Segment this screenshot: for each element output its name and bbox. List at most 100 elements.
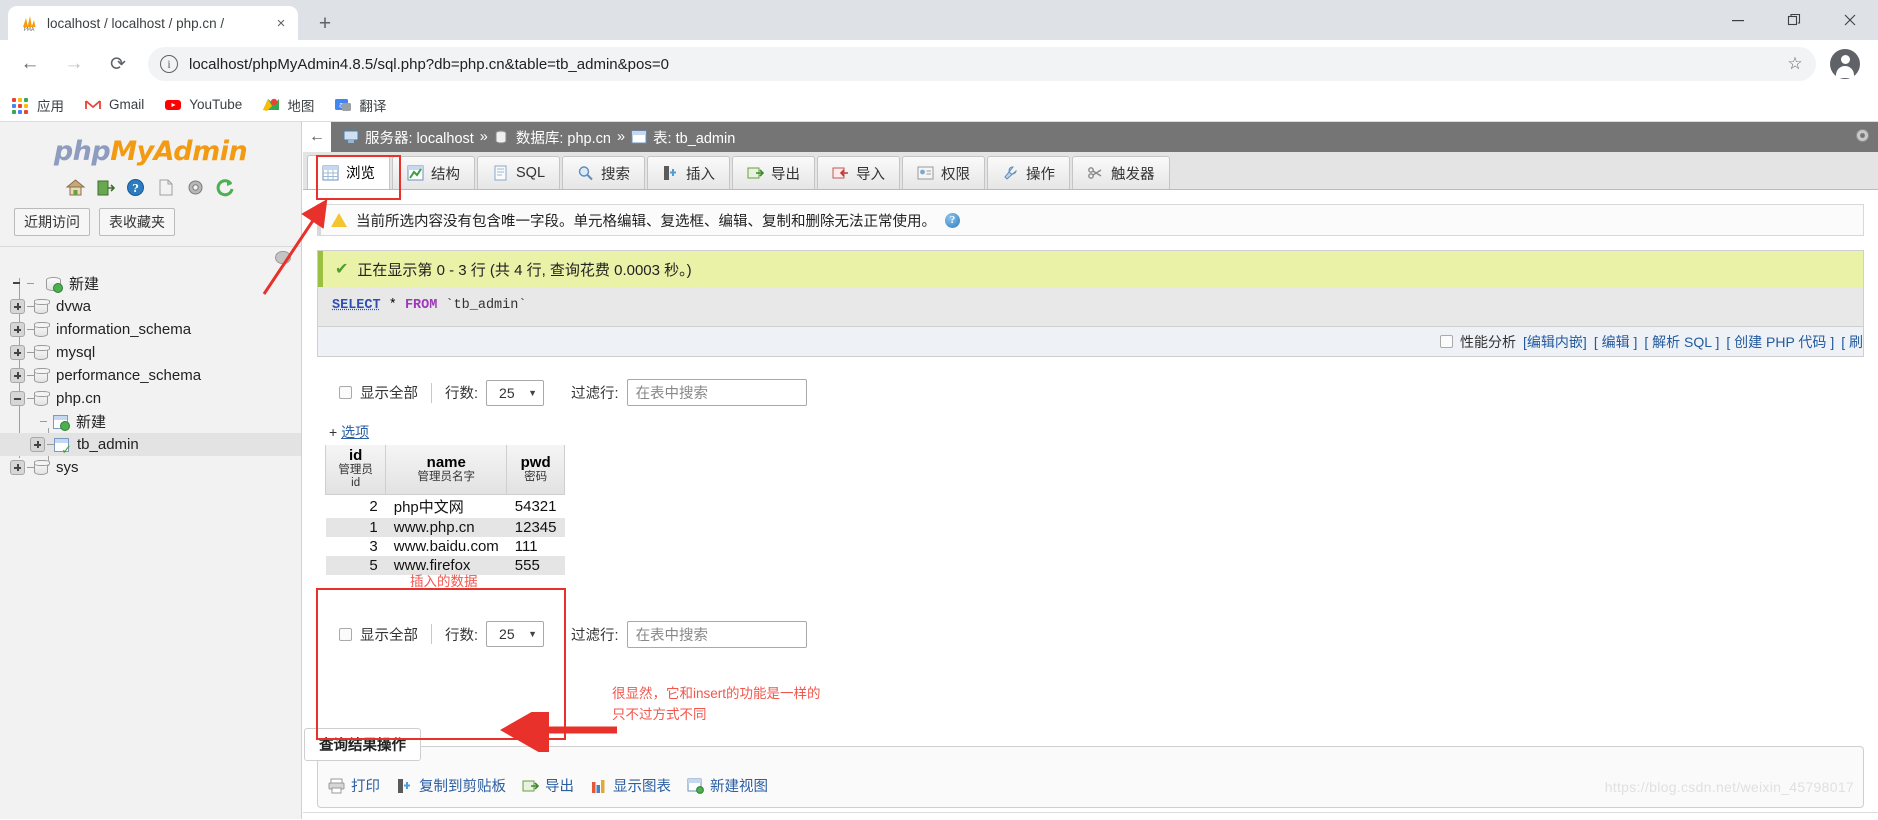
tab-privileges[interactable]: 权限 (902, 156, 986, 189)
rows-select[interactable]: 25 ▼ (486, 379, 545, 406)
expand-icon[interactable] (30, 437, 45, 452)
database-icon (34, 368, 50, 383)
avatar[interactable] (1830, 49, 1860, 79)
insert-icon (662, 165, 679, 181)
tab-structure[interactable]: 结构 (392, 156, 475, 189)
options-label[interactable]: 选项 (341, 424, 369, 440)
recent-button[interactable]: 近期访问 (14, 208, 90, 236)
bookmark-maps[interactable]: 地图 (262, 95, 314, 115)
tree-item-sys[interactable]: sys (0, 456, 301, 479)
tree-item-information-schema[interactable]: information_schema (0, 318, 301, 341)
main-content: ← 服务器: localhost » 数据库: php.cn » 表: tb_a… (303, 122, 1878, 819)
tree-item-new-table[interactable]: 新建 (0, 410, 301, 433)
rows-select[interactable]: 25 ▼ (486, 621, 545, 648)
reload-button[interactable]: ⟳ (101, 47, 135, 81)
logout-icon[interactable] (95, 177, 116, 198)
close-icon[interactable]: × (272, 14, 290, 32)
breadcrumb-server[interactable]: 服务器: localhost (365, 127, 474, 148)
collapse-pin-icon[interactable] (275, 251, 291, 264)
table-row[interactable]: 3 www.baidu.com 111 (325, 536, 565, 556)
tab-search[interactable]: 搜索 (562, 156, 646, 189)
bookmark-youtube[interactable]: YouTube (164, 96, 242, 114)
tab-browse[interactable]: 浏览 (307, 155, 390, 189)
bookmark-apps[interactable]: 应用 (12, 95, 64, 115)
link-refresh[interactable]: [ 刷 (1841, 332, 1863, 352)
settings-gear-icon[interactable] (1853, 126, 1872, 145)
bookmark-label: Gmail (109, 97, 145, 112)
forward-button[interactable]: → (57, 47, 91, 81)
apps-grid-icon (12, 96, 30, 114)
tree-connector (40, 421, 47, 422)
expand-icon[interactable] (10, 368, 25, 383)
expand-icon[interactable] (10, 322, 25, 337)
tab-insert[interactable]: 插入 (647, 156, 731, 189)
tab-title: localhost / localhost / php.cn / (47, 15, 225, 31)
bookmark-label: YouTube (189, 97, 243, 112)
options-toggle[interactable]: + 选项 (325, 420, 565, 445)
tab-import[interactable]: 导入 (817, 156, 901, 189)
tree-connector (27, 352, 34, 353)
back-button[interactable]: ← (13, 47, 47, 81)
op-export[interactable]: 导出 (522, 775, 574, 796)
browser-tab[interactable]: PMA localhost / localhost / php.cn / × (8, 6, 298, 40)
tree-item-mysql[interactable]: mysql (0, 341, 301, 364)
settings-icon[interactable] (185, 177, 206, 198)
expand-icon[interactable] (10, 345, 25, 360)
reload-icon[interactable] (215, 177, 236, 198)
tree-item-dvwa[interactable]: dvwa (0, 295, 301, 318)
home-icon[interactable] (65, 177, 86, 198)
tree-item-php-cn[interactable]: php.cn (0, 387, 301, 410)
profiling-checkbox[interactable] (1440, 335, 1454, 348)
bookmark-star-icon[interactable]: ☆ (1780, 54, 1810, 74)
tab-export[interactable]: 导出 (732, 156, 816, 189)
query-status-text: 正在显示第 0 - 3 行 (共 4 行, 查询花费 0.0003 秒。) (357, 261, 692, 279)
show-all-checkbox[interactable] (339, 627, 352, 641)
op-copy-clipboard[interactable]: 复制到剪贴板 (396, 775, 506, 796)
op-create-view[interactable]: 新建视图 (687, 775, 768, 796)
query-result-box: ✔ 正在显示第 0 - 3 行 (共 4 行, 查询花费 0.0003 秒。) … (317, 250, 1864, 357)
table-row[interactable]: 2 php中文网 54321 (325, 494, 565, 518)
tree-item-new[interactable]: 新建 (0, 272, 301, 295)
help-icon[interactable]: ? (945, 212, 960, 228)
sql-query-display[interactable]: SELECT * FROM `tb_admin` (318, 287, 1863, 326)
expand-icon[interactable] (10, 299, 25, 314)
tab-operations[interactable]: 操作 (987, 156, 1071, 189)
address-bar[interactable]: i localhost/phpMyAdmin4.8.5/sql.php?db=p… (148, 47, 1816, 81)
site-info-icon[interactable]: i (160, 55, 178, 73)
breadcrumb-database[interactable]: 数据库: php.cn (516, 127, 611, 148)
tab-triggers[interactable]: 触发器 (1072, 156, 1170, 189)
minimize-button[interactable] (1710, 0, 1766, 40)
phpmyadmin-logo[interactable]: phpMyAdmin (0, 122, 301, 173)
link-inline-edit[interactable]: [编辑内嵌] (1523, 332, 1587, 352)
new-tab-button[interactable]: + (308, 6, 342, 40)
table-row[interactable]: 1 www.php.cn 12345 (325, 517, 565, 537)
bookmark-translate[interactable]: a 翻译 (334, 95, 386, 115)
op-display-chart[interactable]: 显示图表 (590, 775, 671, 796)
window-close-icon[interactable] (1822, 0, 1878, 40)
maximize-restore-icon[interactable] (1766, 0, 1822, 40)
docs-icon[interactable] (155, 177, 176, 198)
op-print[interactable]: 打印 (328, 775, 380, 796)
bookmark-gmail[interactable]: Gmail (84, 96, 144, 114)
link-edit[interactable]: [ 编辑 ] (1594, 332, 1638, 352)
sidebar-item-tb-admin[interactable]: tb_admin (0, 433, 301, 456)
op-label: 新建视图 (710, 779, 768, 795)
filter-input[interactable]: 在表中搜索 (626, 379, 807, 406)
link-explain-sql[interactable]: [ 解析 SQL ] (1644, 332, 1719, 352)
back-arrow-button[interactable]: ← (303, 122, 331, 152)
tree-spacer (10, 276, 25, 291)
tab-sql[interactable]: SQL (477, 156, 561, 189)
expand-icon[interactable] (10, 460, 25, 475)
help-icon[interactable]: ? (125, 177, 146, 198)
column-header-id[interactable]: id 管理员id (324, 445, 387, 495)
tree-item-performance-schema[interactable]: performance_schema (0, 364, 301, 387)
privileges-icon (917, 165, 934, 181)
show-all-checkbox[interactable] (339, 386, 352, 399)
breadcrumb-table[interactable]: 表: tb_admin (653, 127, 735, 148)
column-header-name[interactable]: name 管理员名字 (385, 445, 508, 495)
link-create-php-code[interactable]: [ 创建 PHP 代码 ] (1726, 332, 1834, 352)
collapse-icon[interactable] (10, 391, 25, 406)
column-header-pwd[interactable]: pwd 密码 (506, 445, 565, 495)
favorites-button[interactable]: 表收藏夹 (99, 208, 175, 236)
filter-input[interactable]: 在表中搜索 (626, 620, 807, 648)
